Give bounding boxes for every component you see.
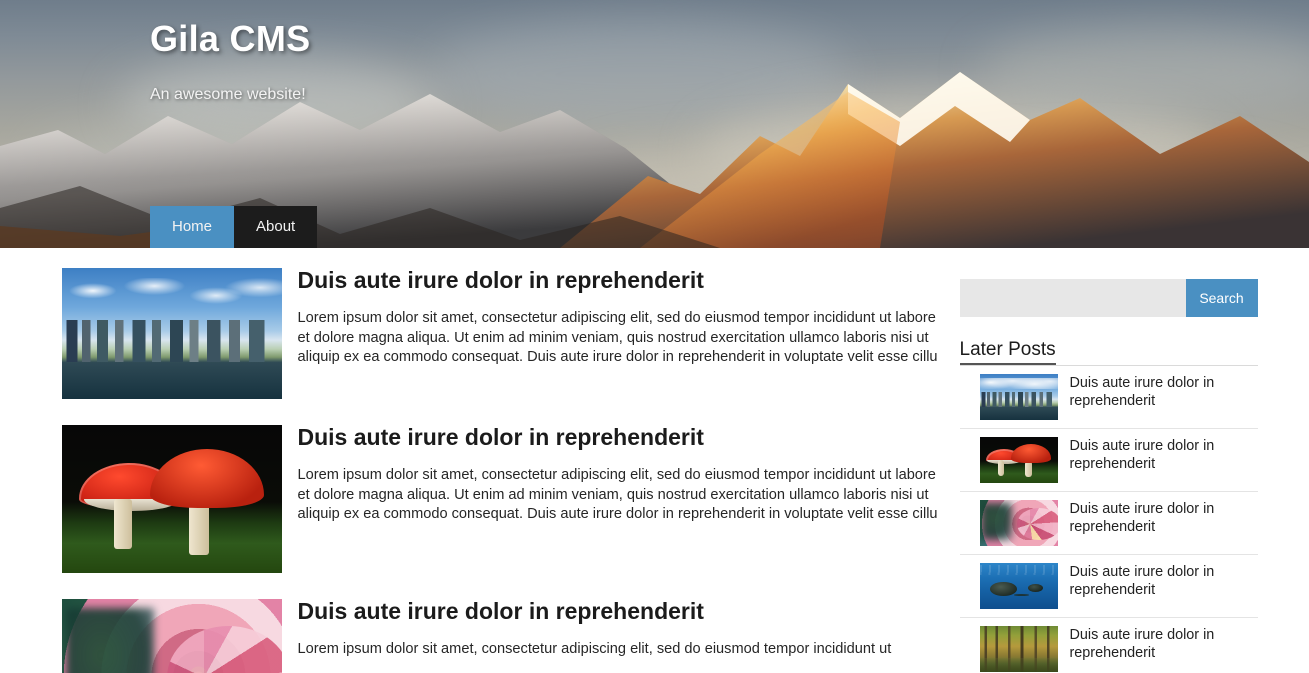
article-body: Duis aute irure dolor in reprehenderit L… xyxy=(282,598,950,660)
search-form: Search xyxy=(959,279,1258,317)
list-item[interactable]: Duis aute irure dolor in reprehenderit xyxy=(959,429,1258,492)
later-posts-heading: Later Posts xyxy=(959,339,1056,365)
article-thumbnail-city[interactable] xyxy=(61,268,282,399)
site-title: Gila CMS xyxy=(150,18,311,59)
sidebar: Search Later Posts Duis aute irure dolor… xyxy=(959,268,1258,673)
list-item[interactable]: Duis aute irure dolor in reprehenderit xyxy=(959,555,1258,618)
site-tagline: An awesome website! xyxy=(150,86,306,103)
nav-item-home[interactable]: Home xyxy=(150,206,235,248)
list-item-title[interactable]: Duis aute irure dolor in reprehenderit xyxy=(1058,626,1258,662)
search-button[interactable]: Search xyxy=(1185,279,1258,317)
list-item-title[interactable]: Duis aute irure dolor in reprehenderit xyxy=(1058,437,1258,473)
list-item[interactable]: Duis aute irure dolor in reprehenderit xyxy=(960,618,1258,673)
hero-banner: Gila CMS An awesome website! Home About xyxy=(0,0,1309,248)
article-body: Duis aute irure dolor in reprehenderit L… xyxy=(282,424,950,525)
search-input[interactable] xyxy=(959,279,1186,317)
sidebar-thumbnail-flower xyxy=(979,500,1058,546)
article-excerpt: Lorem ipsum dolor sit amet, consectetur … xyxy=(297,310,938,366)
article-body: Duis aute irure dolor in reprehenderit L… xyxy=(282,267,950,368)
article-thumbnail-flower[interactable] xyxy=(61,599,282,673)
article-item[interactable]: Duis aute irure dolor in reprehenderit L… xyxy=(61,598,950,673)
sidebar-thumbnail-mushroom xyxy=(979,437,1058,483)
sidebar-thumbnail-city xyxy=(979,374,1058,420)
sidebar-thumbnail-turtle xyxy=(979,563,1058,609)
article-excerpt: Lorem ipsum dolor sit amet, consectetur … xyxy=(297,641,892,658)
article-item[interactable]: Duis aute irure dolor in reprehenderit L… xyxy=(61,267,950,399)
article-thumbnail-mushroom[interactable] xyxy=(61,425,282,573)
article-title[interactable]: Duis aute irure dolor in reprehenderit xyxy=(298,267,950,293)
article-item[interactable]: Duis aute irure dolor in reprehenderit L… xyxy=(61,424,950,573)
article-title[interactable]: Duis aute irure dolor in reprehenderit xyxy=(298,424,950,450)
list-item[interactable]: Duis aute irure dolor in reprehenderit xyxy=(959,492,1258,555)
list-item-title[interactable]: Duis aute irure dolor in reprehenderit xyxy=(1058,374,1258,410)
main-navigation: Home About xyxy=(150,206,318,248)
later-posts-list: Duis aute irure dolor in reprehenderit D… xyxy=(959,366,1258,673)
list-item[interactable]: Duis aute irure dolor in reprehenderit xyxy=(959,366,1258,429)
list-item-title[interactable]: Duis aute irure dolor in reprehenderit xyxy=(1058,500,1258,536)
page-body: Duis aute irure dolor in reprehenderit L… xyxy=(0,248,1309,673)
list-item-title[interactable]: Duis aute irure dolor in reprehenderit xyxy=(1058,563,1258,599)
sidebar-thumbnail-forest xyxy=(979,626,1058,672)
article-title[interactable]: Duis aute irure dolor in reprehenderit xyxy=(298,598,950,624)
nav-item-about[interactable]: About xyxy=(234,206,318,248)
article-excerpt: Lorem ipsum dolor sit amet, consectetur … xyxy=(297,467,938,523)
article-list: Duis aute irure dolor in reprehenderit L… xyxy=(30,267,950,673)
content-wrapper: Duis aute irure dolor in reprehenderit L… xyxy=(30,267,1280,673)
